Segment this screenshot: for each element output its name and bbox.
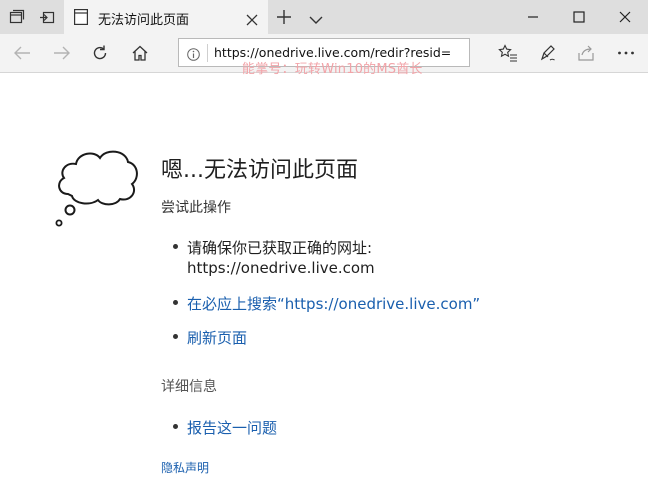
try-this-label: 尝试此操作 [161,200,231,216]
window-close-icon[interactable] [602,0,648,34]
minimize-icon[interactable] [510,0,556,34]
title-bar: 无法访问此页面 [0,0,648,34]
address-divider [207,44,208,62]
bullet-dot [173,244,178,249]
privacy-statement-link[interactable]: 隐私声明 [161,459,209,476]
share-icon[interactable] [576,43,596,63]
bullet-dot [173,300,178,305]
pen-icon[interactable] [538,43,558,63]
forward-arrow-icon[interactable] [52,43,72,63]
details-heading: 详细信息 [161,379,217,395]
bullet-dot [173,334,178,339]
page-title: 嗯...无法访问此页面 [161,158,358,183]
active-tab[interactable]: 无法访问此页面 [64,0,268,34]
page-icon [74,9,89,26]
search-bing-link[interactable]: 在必应上搜索“https://onedrive.live.com” [187,293,480,314]
check-address-line2: https://onedrive.live.com [187,259,375,277]
set-aside-tabs-icon[interactable] [38,8,56,26]
thought-cloud-icon [54,144,138,230]
tab-preview-chevron-icon[interactable] [308,11,324,24]
refresh-page-link[interactable]: 刷新页面 [187,327,247,348]
tab-list-icon[interactable] [8,8,26,26]
favorites-icon[interactable] [498,43,518,63]
check-address-line1: 请确保你已获取正确的网址: [187,239,373,257]
maximize-icon[interactable] [556,0,602,34]
watermark-text: 能掌号：玩转Win10的MS酋长 [242,62,423,77]
new-tab-icon[interactable] [276,9,292,25]
tab-title: 无法访问此页面 [98,13,190,28]
info-icon[interactable] [187,46,200,61]
refresh-icon[interactable] [90,43,110,63]
home-icon[interactable] [130,43,150,63]
back-arrow-icon[interactable] [12,43,32,63]
report-problem-link[interactable]: 报告这一问题 [187,417,277,438]
bullet-dot [173,424,178,429]
tab-close-icon[interactable] [246,11,258,26]
more-icon[interactable] [616,43,636,63]
